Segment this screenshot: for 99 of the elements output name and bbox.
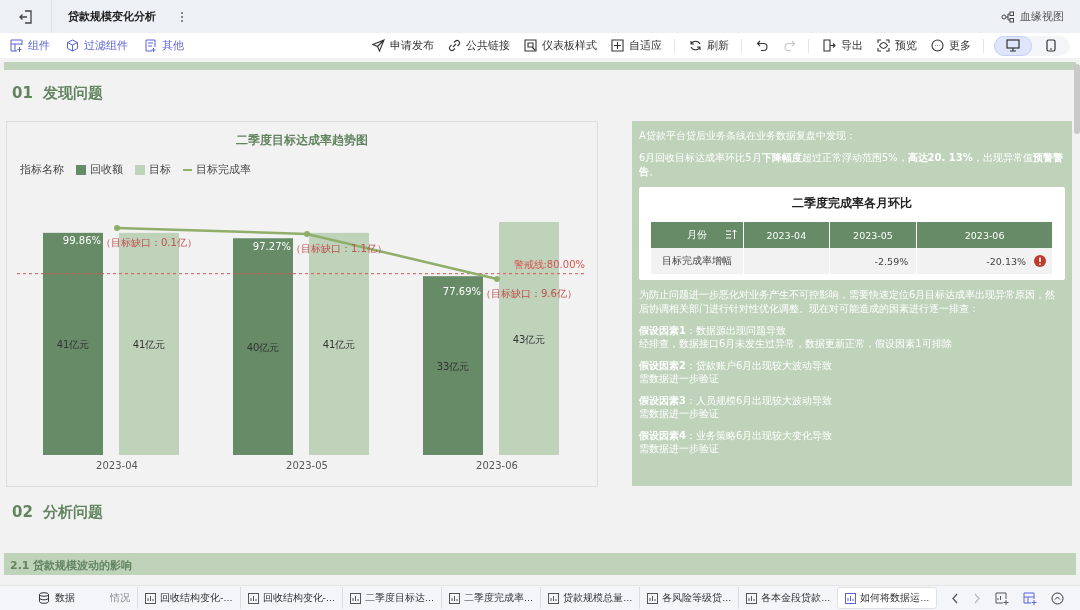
chart-title: 二季度目标达成率趋势图 [235,132,369,149]
column-header[interactable]: 月份 [651,222,744,248]
bar-value-label: 43亿元 [512,333,546,345]
frame-icon [524,39,537,52]
filter-menu-button[interactable]: 过滤组件 [66,38,128,53]
chevron-left-icon [951,592,960,604]
hypothesis-title: 假设因素4：业务策略6月出现较大变化导致 [639,429,834,442]
paper-plane-icon [372,39,385,52]
axis-label: 2023-06 [476,460,518,471]
refresh-button[interactable]: 刷新 [689,38,729,53]
add-sheet-button[interactable] [995,591,1010,605]
rate-label: 97.27% [252,240,291,252]
sheet-tab[interactable]: 情况 [108,587,137,609]
data-button[interactable]: 数据 [38,591,108,605]
bar-value-label: 41亿元 [322,338,356,350]
chevron-up-icon [1051,591,1065,605]
column-header[interactable]: 2023-04 [743,222,830,248]
other-menu-button[interactable]: 其他 [144,38,184,53]
chart-icon [350,592,361,604]
sort-icon[interactable] [725,229,737,240]
cube-icon [66,39,79,52]
chart-icon [449,592,461,604]
sheet-tab[interactable]: 回收结构变化-... [239,587,342,609]
document-plus-icon [144,39,157,52]
scrollbar[interactable] [1074,64,1080,134]
square-plus-icon [611,39,624,52]
style-button[interactable]: 仪表板样式 [524,38,597,53]
table-cell: -20.13% [916,248,1053,274]
more-icon [931,39,944,52]
chart-icon [647,592,659,604]
undo-icon [756,39,769,52]
legend-item[interactable]: 目标 [135,162,171,177]
nodes-icon [1001,10,1015,23]
legend-item[interactable]: 目标完成率 [183,162,251,177]
database-icon [38,592,50,604]
more-button[interactable]: 更多 [931,38,971,53]
sheet-tab[interactable]: 贷款规模总量... [540,587,640,609]
export-icon [823,39,836,52]
bar-value-label: 41亿元 [132,338,166,350]
export-button[interactable]: 导出 [823,38,863,53]
preview-button[interactable]: 预览 [877,38,917,53]
rate-point [114,225,120,231]
eye-icon [877,39,890,52]
grid-plus-icon [10,39,23,52]
lineage-view-button[interactable]: 血缘视图 [1001,9,1064,24]
table-title: 二季度完成率各月环比 [791,195,913,212]
chart-icon [746,592,758,604]
warning-icon [1034,255,1046,268]
fit-button[interactable]: 自适应 [611,38,662,53]
add-page-button[interactable] [1023,591,1038,605]
redo-icon [783,39,796,52]
rate-point [494,276,500,282]
phone-icon [1046,39,1056,52]
column-header[interactable]: 2023-05 [829,222,917,248]
rate-point [304,230,310,237]
chart-icon [145,592,156,604]
link-button[interactable]: 公共链接 [448,38,510,53]
dashboard-title: 贷款规模变化分析 [68,9,156,24]
sheet-tab[interactable]: 二季度目标达... [342,587,442,609]
axis-label: 2023-04 [96,460,138,471]
chart-icon [247,592,259,604]
sheet-tab[interactable]: 回收结构变化-... [137,587,240,609]
sheet-tab[interactable]: 各风险等级贷... [639,587,739,609]
table-cell: 目标完成率增幅 [651,248,744,274]
rate-label: 99.86% [62,235,101,246]
column-header[interactable]: 2023-06 [916,222,1053,248]
grid-plus-icon [1023,591,1038,605]
section-heading: 01 发现问题 [12,84,105,104]
kebab-icon [180,10,184,23]
gap-label: （目标缺口：0.1亿） [101,237,197,248]
subsection-title: 2.1 贷款规模波动的影响 [10,559,133,572]
monitor-icon [1006,39,1020,52]
bar-value-label: 33亿元 [436,360,470,372]
sheet-tab[interactable]: 二季度完成率... [441,587,541,609]
previous-tab-button[interactable] [951,592,960,604]
collapse-button[interactable] [1051,591,1065,605]
desktop-view-button[interactable] [994,35,1032,56]
chart-plus-icon [995,591,1010,605]
chart-icon [548,592,560,604]
axis-label: 2023-05 [286,460,328,471]
rate-label: 77.69% [442,286,481,297]
component-menu-button[interactable]: 组件 [10,38,50,53]
chevron-right-icon [973,592,982,604]
send-button[interactable]: 申请发布 [372,38,434,53]
bar-value-label: 41亿元 [56,338,90,350]
refresh-icon [689,39,702,52]
bar-value-label: 40亿元 [246,341,280,353]
table-cell: -2.59% [829,248,917,274]
hypothesis-title: 假设因素3：人员规模6月出现较大波动导致 [639,394,834,407]
section-heading: 02 分析问题 [12,503,105,523]
legend-title: 指标名称 [20,162,64,177]
link-icon [448,39,461,52]
undo-button[interactable] [756,39,769,52]
exit-icon [18,9,33,24]
legend-item[interactable]: 回收额 [76,162,123,177]
sheet-tab[interactable]: 如何将数据运... [837,587,938,609]
chart-icon [845,592,857,604]
threshold-label: 警戒线:80.00% [513,258,585,270]
gap-label: （目标缺口：9.6亿） [481,288,577,299]
